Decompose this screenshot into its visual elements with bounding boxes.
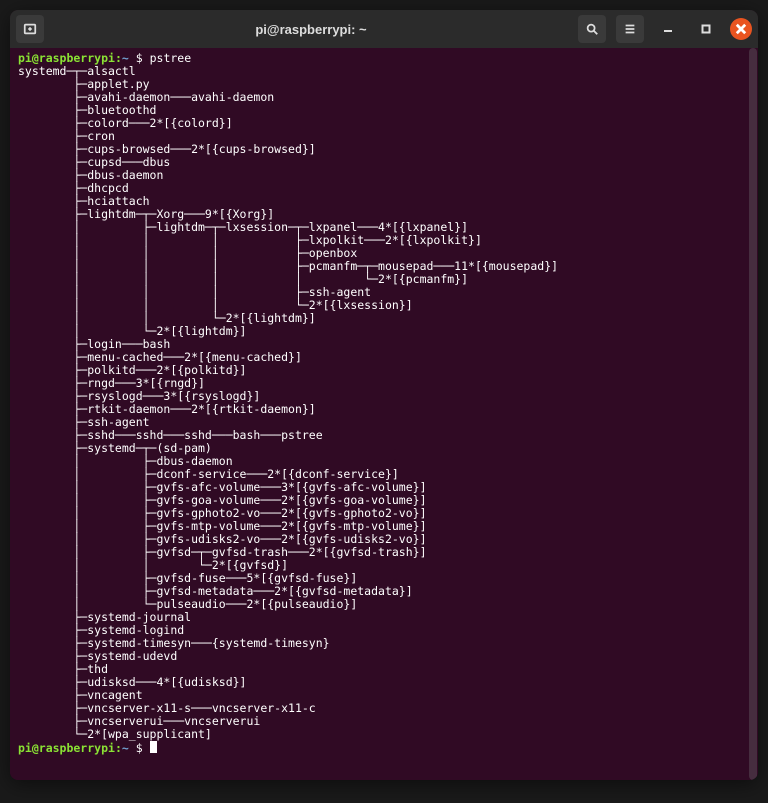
hamburger-icon: [623, 22, 637, 36]
new-tab-button[interactable]: [16, 15, 44, 43]
menu-button[interactable]: [616, 15, 644, 43]
terminal-output: pi@raspberrypi:~ $ pstreesystemd─┬─alsac…: [18, 52, 750, 755]
terminal-window: pi@raspberrypi: ~ pi@raspberrypi:~ $ pst…: [10, 10, 758, 780]
search-icon: [585, 22, 599, 36]
window-title: pi@raspberrypi: ~: [44, 22, 578, 37]
close-button[interactable]: [730, 18, 752, 40]
titlebar: pi@raspberrypi: ~: [10, 10, 758, 48]
minimize-button[interactable]: [654, 15, 682, 43]
close-icon: [734, 22, 748, 36]
scrollbar-thumb[interactable]: [749, 48, 757, 780]
maximize-button[interactable]: [692, 15, 720, 43]
minimize-icon: [663, 24, 673, 34]
search-button[interactable]: [578, 15, 606, 43]
terminal-content[interactable]: pi@raspberrypi:~ $ pstreesystemd─┬─alsac…: [10, 48, 758, 780]
maximize-icon: [701, 24, 711, 34]
scrollbar[interactable]: [748, 48, 758, 780]
new-tab-icon: [23, 22, 37, 36]
